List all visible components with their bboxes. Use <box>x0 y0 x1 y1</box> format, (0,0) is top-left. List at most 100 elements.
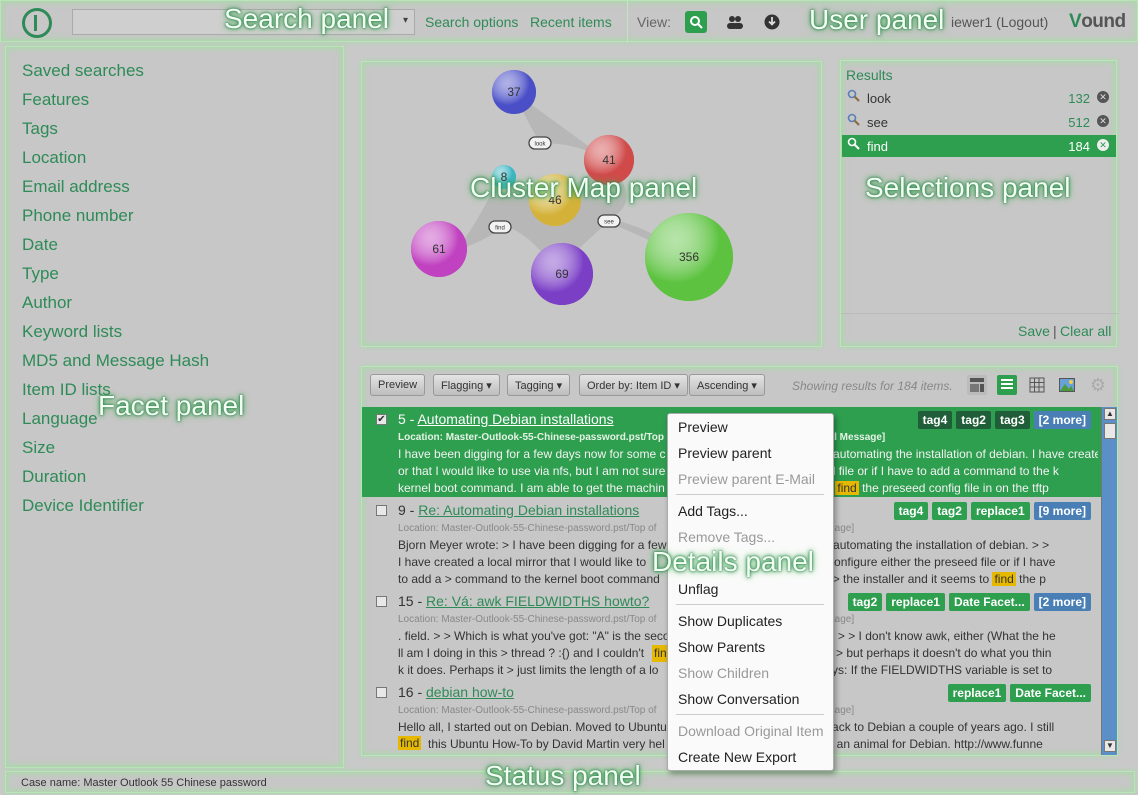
menu-item-show-parents[interactable]: Show Parents <box>678 639 765 655</box>
facet-item[interactable]: MD5 and Message Hash <box>22 351 209 371</box>
cluster-term-pill[interactable]: find <box>488 220 512 234</box>
facet-item[interactable]: Date <box>22 235 58 255</box>
location-left: Location: Master-Outlook-55-Chinese-pass… <box>398 705 657 716</box>
facet-item[interactable]: Keyword lists <box>22 322 122 342</box>
scrollbar[interactable]: ▲ ▼ <box>1101 407 1117 755</box>
gear-icon[interactable]: ⚙ <box>1088 375 1108 395</box>
preview-button[interactable]: Preview <box>370 374 426 396</box>
selection-row[interactable]: see 512 ✕ <box>842 111 1116 133</box>
cluster-term-pill[interactable]: see <box>597 214 621 228</box>
tag-badge[interactable]: Date Facet... <box>1010 684 1091 702</box>
cluster-node[interactable]: 46 <box>529 174 581 226</box>
more-tags-badge[interactable]: [2 more] <box>1033 411 1091 429</box>
snippet-right: n on > automating the installation of de… <box>796 446 1098 463</box>
menu-item-show-conversation[interactable]: Show Conversation <box>678 691 799 707</box>
facet-item[interactable]: Tags <box>22 119 58 139</box>
facet-item[interactable]: Email address <box>22 177 130 197</box>
tag-badge[interactable]: tag2 <box>932 502 967 520</box>
cluster-node[interactable]: 37 <box>492 70 536 114</box>
facet-item[interactable]: Size <box>22 438 55 458</box>
remove-icon[interactable]: ✕ <box>1097 139 1109 151</box>
order-by-label: Order by: Item ID <box>587 380 672 392</box>
ascending-dropdown[interactable]: Ascending ▾ <box>689 374 765 396</box>
tag-badge[interactable]: tag3 <box>994 411 1030 429</box>
more-tags-badge[interactable]: [2 more] <box>1033 593 1091 611</box>
clear-all-button[interactable]: Clear all <box>1060 323 1111 339</box>
result-checkbox[interactable] <box>376 687 387 698</box>
tag-badge[interactable]: tag4 <box>917 411 953 429</box>
preview-layout-icon[interactable] <box>967 375 987 395</box>
tag-badge[interactable]: tag4 <box>893 502 929 520</box>
tag-badge[interactable]: tag2 <box>956 411 991 429</box>
facet-item[interactable]: Device Identifier <box>22 496 144 516</box>
facet-item[interactable]: Author <box>22 293 72 313</box>
remove-icon[interactable]: ✕ <box>1097 91 1109 103</box>
case-name: Case name: Master Outlook 55 Chinese pas… <box>21 777 267 789</box>
selection-row[interactable]: find 184 ✕ <box>842 135 1116 157</box>
menu-item-unflag[interactable]: Unflag <box>678 581 718 597</box>
facet-item[interactable]: Saved searches <box>22 61 144 81</box>
users-view-icon[interactable] <box>724 11 746 33</box>
menu-item-preview-parent[interactable]: Preview parent <box>678 445 771 461</box>
cluster-node[interactable]: 69 <box>531 243 593 305</box>
tag-badge[interactable]: replace1 <box>970 502 1030 520</box>
result-checkbox[interactable] <box>376 505 387 516</box>
facet-item[interactable]: Language <box>22 409 98 429</box>
tag-list: tag4 tag2 replace1 [9 more] <box>893 502 1091 520</box>
dropdown-caret-icon[interactable]: ▾ <box>403 15 408 26</box>
cluster-node[interactable]: 41 <box>584 135 634 185</box>
menu-item-add-tags[interactable]: Add Tags... <box>678 503 748 519</box>
tagging-dropdown[interactable]: Tagging ▾ <box>507 374 571 396</box>
recent-items-link[interactable]: Recent items <box>530 14 612 30</box>
result-checkbox[interactable]: ✔ <box>376 414 387 425</box>
search-view-icon[interactable] <box>685 11 707 33</box>
cluster-term-pill[interactable]: look <box>528 136 552 150</box>
snippet-right-text: oved back to Debian a couple of years ag… <box>796 720 1055 734</box>
flagging-dropdown[interactable]: Flagging ▾ <box>433 374 500 396</box>
facet-item[interactable]: Location <box>22 148 86 168</box>
image-view-icon[interactable] <box>1057 375 1077 395</box>
tag-badge[interactable]: replace1 <box>947 684 1007 702</box>
search-options-link[interactable]: Search options <box>425 14 518 30</box>
result-title-link[interactable]: Re: Vá: awk FIELDWIDTHS howto? <box>426 593 649 609</box>
facet-item[interactable]: Type <box>22 264 59 284</box>
location-left: Location: Master-Outlook-55-Chinese-pass… <box>398 614 657 625</box>
result-title-link[interactable]: Automating Debian installations <box>417 411 613 427</box>
remove-icon[interactable]: ✕ <box>1097 115 1109 127</box>
facet-item[interactable]: Features <box>22 90 89 110</box>
result-title-link[interactable]: debian how-to <box>426 684 514 700</box>
cluster-node[interactable]: 356 <box>645 213 733 301</box>
search-input[interactable]: ▾ <box>72 9 415 35</box>
table-view-icon[interactable] <box>1027 375 1047 395</box>
save-button[interactable]: Save <box>1018 323 1050 339</box>
facet-item[interactable]: Duration <box>22 467 86 487</box>
tag-badge[interactable]: tag2 <box>847 593 883 611</box>
download-view-icon[interactable] <box>761 11 783 33</box>
cluster-node[interactable]: 61 <box>411 221 467 277</box>
snippet-tail: the preseed config file in on the tftp <box>862 481 1049 495</box>
highlight: find <box>398 736 422 750</box>
scroll-down-icon[interactable]: ▼ <box>1104 740 1116 752</box>
menu-item-create-export[interactable]: Create New Export <box>678 749 796 765</box>
logout-link[interactable]: (Logout) <box>996 14 1048 30</box>
cluster-map-svg[interactable]: 37 41 8 46 61 69 356 look find see <box>362 62 823 348</box>
menu-item-show-duplicates[interactable]: Show Duplicates <box>678 613 782 629</box>
order-by-dropdown[interactable]: Order by: Item ID ▾ <box>579 374 688 396</box>
facet-item[interactable]: Phone number <box>22 206 134 226</box>
menu-item-preview[interactable]: Preview <box>678 419 728 435</box>
search-icon <box>847 89 860 105</box>
result-title-link[interactable]: Re: Automating Debian installations <box>418 502 639 518</box>
list-view-icon[interactable] <box>997 375 1017 395</box>
tag-badge[interactable]: replace1 <box>886 593 945 611</box>
highlight: find <box>992 572 1016 586</box>
scroll-thumb[interactable] <box>1104 423 1116 439</box>
more-tags-badge[interactable]: [9 more] <box>1033 502 1091 520</box>
result-checkbox[interactable] <box>376 596 387 607</box>
scroll-up-icon[interactable]: ▲ <box>1104 408 1116 420</box>
cluster-node[interactable]: 8 <box>492 165 516 189</box>
app-logo[interactable] <box>22 8 52 38</box>
snippet-left: I have created a local mirror that I wou… <box>398 555 647 569</box>
selection-row[interactable]: look 132 ✕ <box>842 87 1116 109</box>
facet-item[interactable]: Item ID lists <box>22 380 111 400</box>
tag-badge[interactable]: Date Facet... <box>948 593 1030 611</box>
